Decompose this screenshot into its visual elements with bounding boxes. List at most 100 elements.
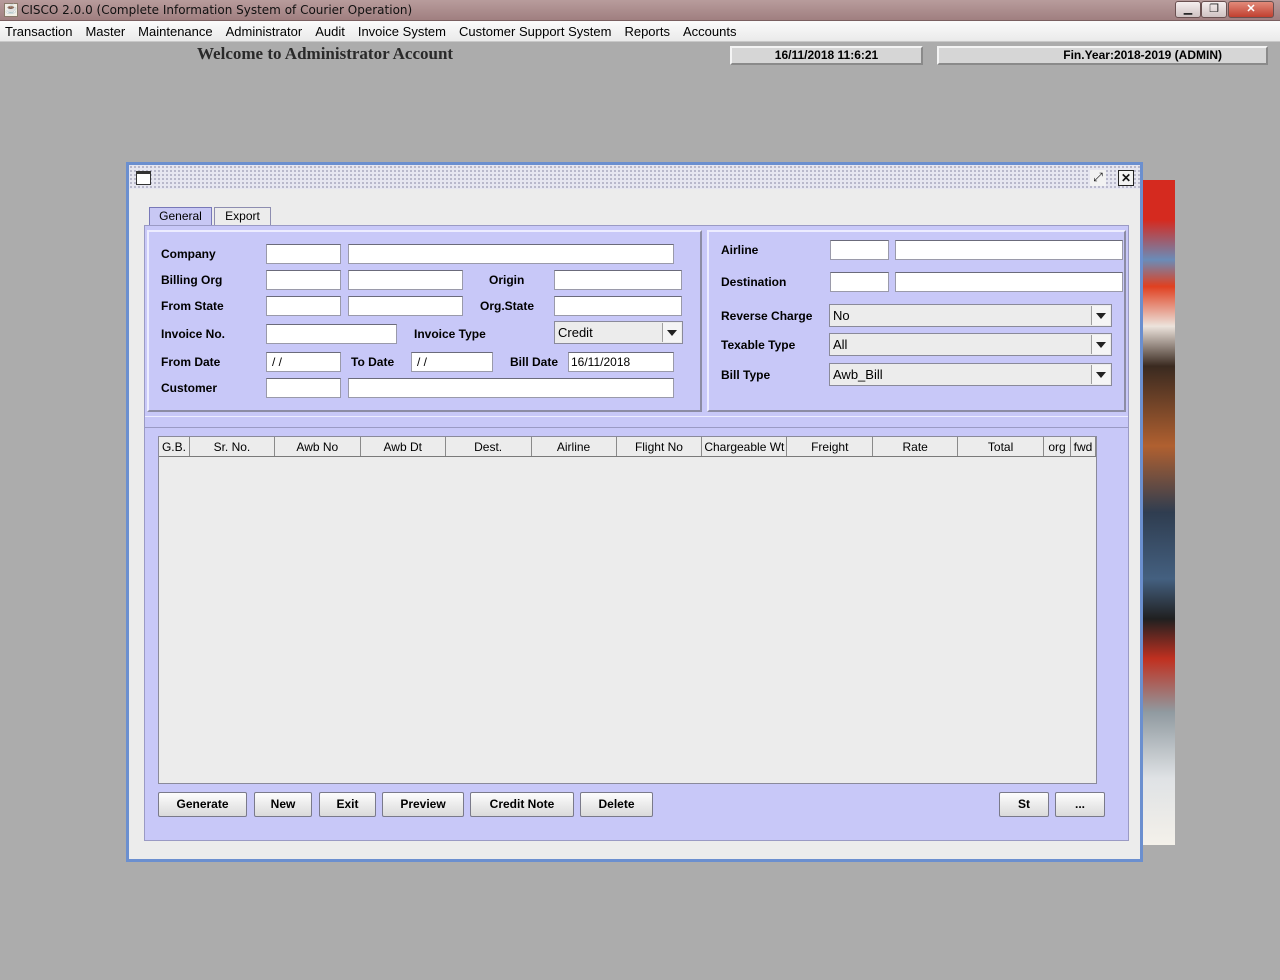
column-header-airline[interactable]: Airline xyxy=(532,437,617,456)
status-datetime: 16/11/2018 11:6:21 xyxy=(730,46,923,65)
to-date-label: To Date xyxy=(351,355,395,369)
maximize-button[interactable]: ❐ xyxy=(1201,1,1227,18)
airline-name-field[interactable] xyxy=(895,240,1123,260)
table-header: G.B. Sr. No. Awb No Awb Dt Dest. Airline… xyxy=(159,437,1096,457)
reverse-charge-select[interactable]: No xyxy=(829,304,1112,327)
to-date-field[interactable]: / / xyxy=(411,352,493,372)
restore-icon[interactable]: ⤢ xyxy=(1090,170,1106,186)
bill-date-field[interactable]: 16/11/2018 xyxy=(568,352,674,372)
status-fin-year: Fin.Year:2018-2019 (ADMIN) xyxy=(937,46,1268,65)
chevron-down-icon[interactable] xyxy=(1091,306,1110,325)
invoice-type-select[interactable]: Credit xyxy=(554,321,683,344)
reverse-charge-label: Reverse Charge xyxy=(721,309,813,323)
texable-type-select[interactable]: All xyxy=(829,333,1112,356)
column-header-freight[interactable]: Freight xyxy=(787,437,874,456)
airline-code-field[interactable] xyxy=(830,240,889,260)
generate-button[interactable]: Generate xyxy=(158,792,247,817)
frame-window-icon xyxy=(136,171,151,185)
close-window-button[interactable]: ✕ xyxy=(1228,1,1274,18)
chevron-down-icon[interactable] xyxy=(1091,365,1110,384)
bill-date-label: Bill Date xyxy=(510,355,559,369)
frame-close-icon[interactable]: ✕ xyxy=(1118,170,1134,186)
from-date-label: From Date xyxy=(161,355,221,369)
more-button[interactable]: ... xyxy=(1055,792,1105,817)
st-button[interactable]: St xyxy=(999,792,1049,817)
column-header-awb-dt[interactable]: Awb Dt xyxy=(361,437,446,456)
menu-accounts[interactable]: Accounts xyxy=(683,24,736,39)
menu-invoice-system[interactable]: Invoice System xyxy=(358,24,446,39)
column-header-total[interactable]: Total xyxy=(958,437,1045,456)
destination-code-field[interactable] xyxy=(830,272,889,292)
preview-button[interactable]: Preview xyxy=(382,792,464,817)
left-filter-panel: Company Billing Org Origin From State Or… xyxy=(147,230,702,412)
column-header-org[interactable]: org xyxy=(1044,437,1071,456)
welcome-heading: Welcome to Administrator Account xyxy=(197,44,454,63)
invoice-internal-frame: ⤢ ✕ General Export Company Billing Org O… xyxy=(126,162,1143,862)
billing-org-code-field[interactable] xyxy=(266,270,341,290)
customer-label: Customer xyxy=(161,381,218,395)
minimize-button[interactable]: ▁ xyxy=(1175,1,1201,18)
destination-label: Destination xyxy=(721,275,787,289)
org-state-field[interactable] xyxy=(554,296,682,316)
tab-general[interactable]: General xyxy=(149,207,212,226)
credit-note-button[interactable]: Credit Note xyxy=(470,792,574,817)
customer-name-field[interactable] xyxy=(348,378,674,398)
invoice-table[interactable]: G.B. Sr. No. Awb No Awb Dt Dest. Airline… xyxy=(158,436,1097,784)
invoice-no-field[interactable] xyxy=(266,324,397,344)
column-header-sr-no[interactable]: Sr. No. xyxy=(190,437,275,456)
chevron-down-icon[interactable] xyxy=(662,323,681,342)
panel-divider xyxy=(145,416,1128,428)
column-header-chargeable-wt[interactable]: Chargeable Wt xyxy=(702,437,788,456)
delete-button[interactable]: Delete xyxy=(580,792,653,817)
frame-titlebar[interactable]: ⤢ ✕ xyxy=(129,165,1140,189)
menu-reports[interactable]: Reports xyxy=(624,24,670,39)
exit-button[interactable]: Exit xyxy=(319,792,376,817)
invoice-type-value: Credit xyxy=(558,325,593,340)
column-header-dest[interactable]: Dest. xyxy=(446,437,532,456)
company-name-field[interactable] xyxy=(348,244,674,264)
menu-administrator[interactable]: Administrator xyxy=(226,24,303,39)
customer-code-field[interactable] xyxy=(266,378,341,398)
os-titlebar: ☕ CISCO 2.0.0 (Complete Information Syst… xyxy=(0,0,1280,21)
menu-master[interactable]: Master xyxy=(85,24,125,39)
menu-maintenance[interactable]: Maintenance xyxy=(138,24,212,39)
company-label: Company xyxy=(161,247,216,261)
texable-type-value: All xyxy=(833,337,848,352)
from-state-code-field[interactable] xyxy=(266,296,341,316)
general-tab-panel: Company Billing Org Origin From State Or… xyxy=(144,225,1129,855)
airline-label: Airline xyxy=(721,243,759,257)
org-state-label: Org.State xyxy=(480,299,535,313)
origin-label: Origin xyxy=(489,273,525,287)
window-title: CISCO 2.0.0 (Complete Information System… xyxy=(21,3,413,17)
menu-customer-support-system[interactable]: Customer Support System xyxy=(459,24,611,39)
column-header-awb-no[interactable]: Awb No xyxy=(275,437,361,456)
column-header-rate[interactable]: Rate xyxy=(873,437,959,456)
menubar: Transaction Master Maintenance Administr… xyxy=(0,21,1280,42)
reverse-charge-value: No xyxy=(833,308,850,323)
billing-org-name-field[interactable] xyxy=(348,270,463,290)
bill-type-label: Bill Type xyxy=(721,368,771,382)
column-header-flight-no[interactable]: Flight No xyxy=(617,437,703,456)
new-button[interactable]: New xyxy=(254,792,312,817)
bill-type-select[interactable]: Awb_Bill xyxy=(829,363,1112,386)
chevron-down-icon[interactable] xyxy=(1091,335,1110,354)
invoice-type-label: Invoice Type xyxy=(414,327,486,341)
destination-name-field[interactable] xyxy=(895,272,1123,292)
tab-export[interactable]: Export xyxy=(214,207,271,226)
java-app-icon: ☕ xyxy=(4,3,18,17)
texable-type-label: Texable Type xyxy=(721,338,796,352)
bill-type-value: Awb_Bill xyxy=(833,367,883,382)
frame-bottom-bar xyxy=(144,840,1129,856)
from-state-name-field[interactable] xyxy=(348,296,463,316)
origin-field[interactable] xyxy=(554,270,682,290)
from-date-field[interactable]: / / xyxy=(266,352,341,372)
menu-audit[interactable]: Audit xyxy=(315,24,345,39)
column-header-gb[interactable]: G.B. xyxy=(159,437,190,456)
menu-transaction[interactable]: Transaction xyxy=(5,24,72,39)
billing-org-label: Billing Org xyxy=(161,273,223,287)
invoice-no-label: Invoice No. xyxy=(161,327,226,341)
from-state-label: From State xyxy=(161,299,224,313)
company-code-field[interactable] xyxy=(266,244,341,264)
column-header-fwd[interactable]: fwd xyxy=(1071,437,1096,456)
right-filter-panel: Airline Destination Reverse Charge No Te… xyxy=(707,230,1126,412)
